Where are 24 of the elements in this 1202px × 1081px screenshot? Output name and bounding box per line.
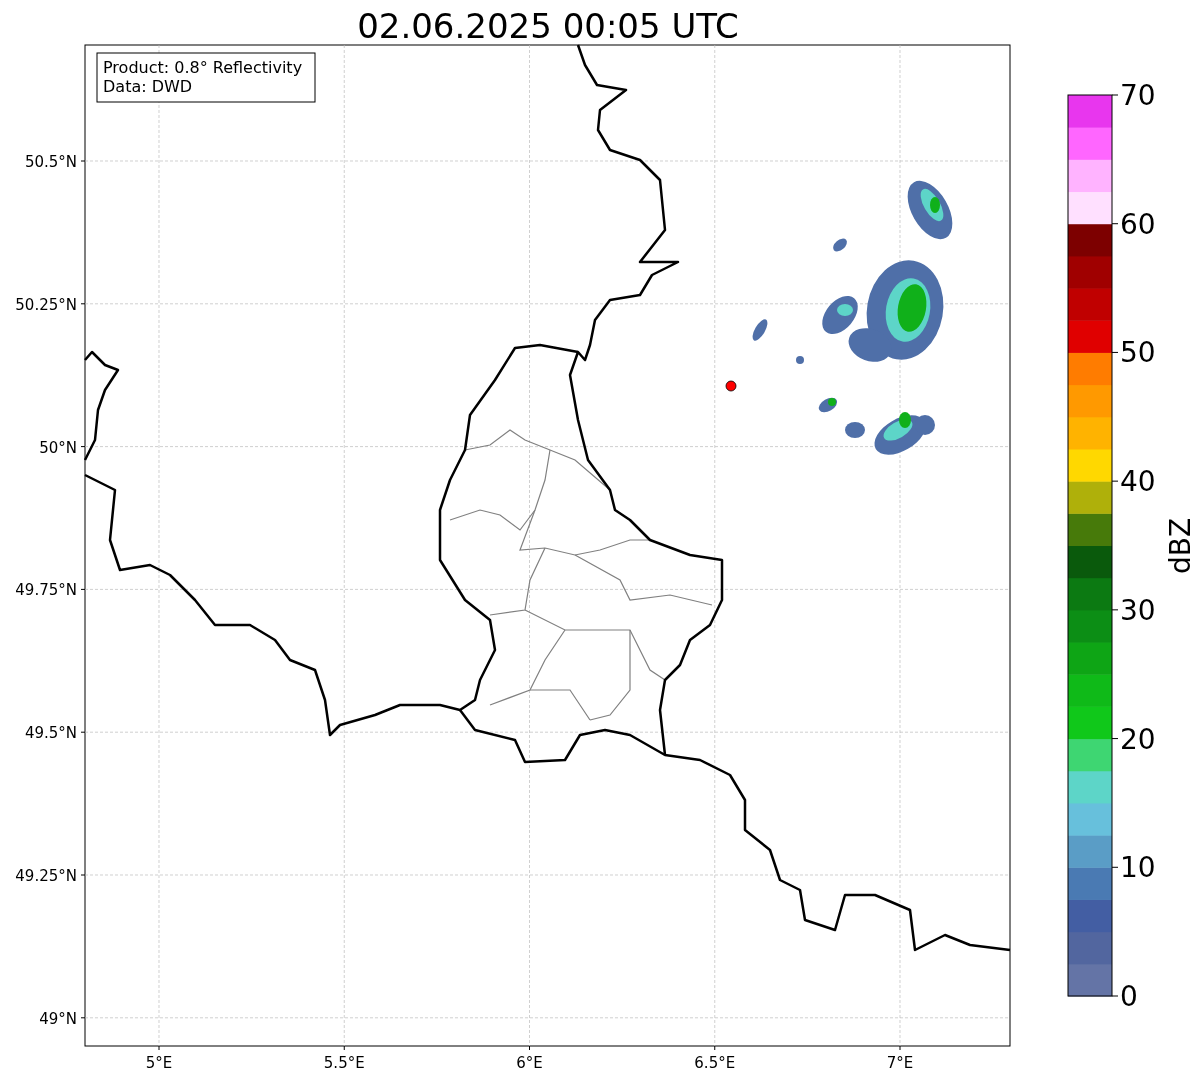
axis-tick-label: 50°N: [39, 438, 77, 457]
colorbar-tick-label: 40: [1120, 465, 1156, 499]
colorbar-tick-label: 0: [1120, 980, 1138, 1013]
colorbar-tick-label: 50: [1120, 336, 1156, 370]
colorbar-tick-label: 60: [1120, 207, 1156, 241]
axis-tick-label: 6.5°E: [694, 1054, 736, 1072]
colorbar-tick-label: 20: [1120, 722, 1156, 756]
colorbar-label: dBZ: [1164, 517, 1197, 575]
annotation-text: Product: 0.8° Reflectivity: [103, 58, 303, 77]
colorbar-tick-label: 70: [1120, 79, 1156, 112]
axis-tick-label: 49.75°N: [15, 581, 77, 600]
axis-tick-label: 50.5°N: [24, 153, 77, 171]
axis-tick-label: 6°E: [516, 1054, 543, 1072]
colorbar-tick-label: 30: [1120, 593, 1156, 627]
axis-tick-label: 49.5°N: [24, 724, 77, 743]
chart-title: 02.06.2025 00:05 UTC: [357, 6, 739, 46]
axis-tick-label: 5.5°E: [323, 1054, 365, 1072]
axis-tick-label: 7°E: [886, 1054, 914, 1072]
annotation-text: Data: DWD: [103, 77, 193, 96]
colorbar-tick-label: 10: [1120, 851, 1156, 885]
axis-tick-label: 5°E: [145, 1054, 173, 1072]
axis-tick-label: 50.25°N: [15, 295, 77, 314]
axis-tick-label: 49°N: [39, 1009, 77, 1028]
axis-tick-label: 49.25°N: [15, 867, 77, 885]
